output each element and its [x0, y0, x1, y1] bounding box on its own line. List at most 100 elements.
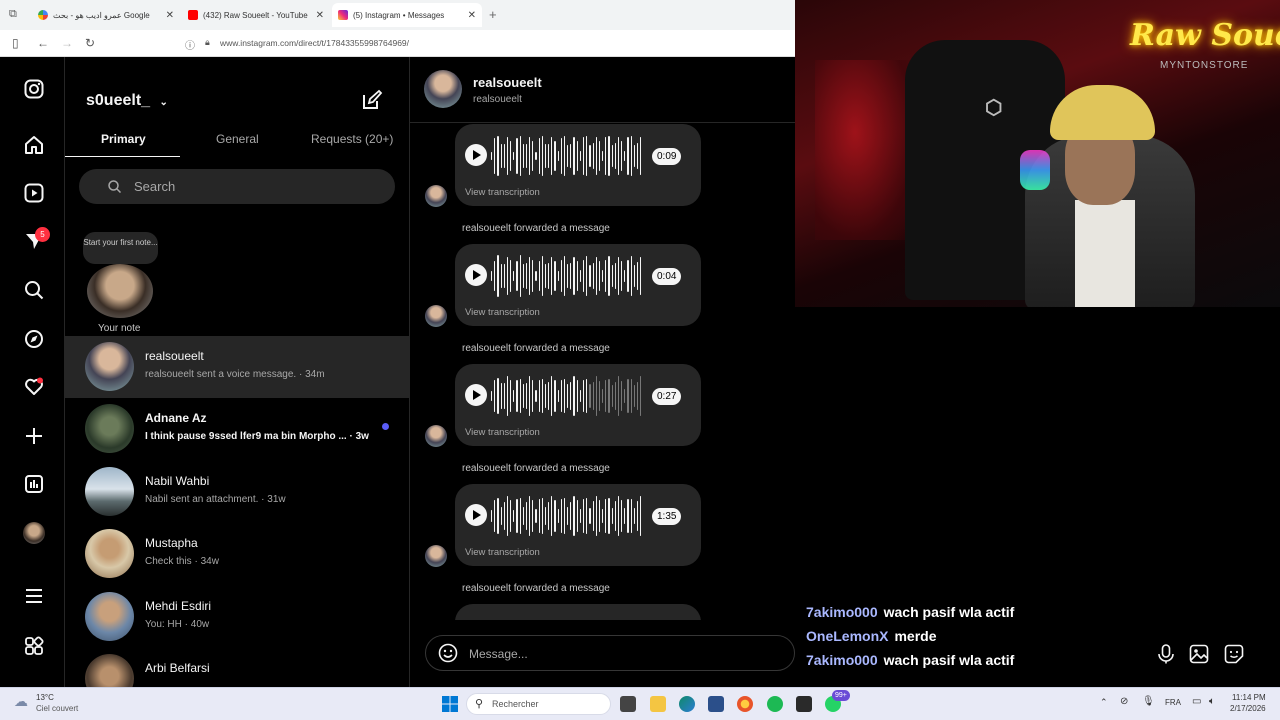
voice-message[interactable]: 0:27 View transcription — [455, 364, 701, 446]
chat-message: 7akimo000 wach pasif wla actif — [806, 604, 1276, 628]
new-tab-button[interactable]: + — [489, 7, 497, 22]
site-info-icon[interactable]: ⓘ — [185, 37, 195, 52]
explore-icon[interactable] — [22, 327, 46, 351]
new-message-icon[interactable] — [361, 89, 383, 116]
home-icon[interactable] — [22, 133, 46, 157]
emoji-icon[interactable] — [438, 643, 458, 663]
voice-message[interactable]: 1:35 View transcription — [455, 484, 701, 566]
conversation-title[interactable]: realsoueelt — [473, 75, 542, 90]
obs-icon[interactable] — [796, 696, 812, 712]
avatar — [85, 342, 134, 391]
close-tab-icon[interactable]: ✕ — [316, 10, 324, 21]
image-icon[interactable] — [1189, 644, 1209, 664]
tab-label: عمرو اديب هو - بحث Google — [53, 10, 150, 20]
sidebar-toggle-icon[interactable]: ▯ — [12, 36, 19, 50]
chevron-up-icon[interactable]: ⌃ — [1100, 697, 1108, 708]
webcam-overlay: ⬡ Raw Soueelt MYNTONSTORE — [795, 0, 1280, 307]
thread-item[interactable]: realsoueelt realsoueelt sent a voice mes… — [65, 336, 410, 398]
sender-avatar — [425, 425, 447, 447]
voice-message[interactable] — [455, 604, 701, 620]
display-icon[interactable]: ▭ — [1192, 696, 1201, 707]
close-tab-icon[interactable]: ✕ — [468, 10, 476, 21]
streamer-shirt — [1075, 200, 1135, 307]
language-indicator[interactable]: FRA — [1165, 698, 1181, 707]
close-tab-icon[interactable]: ✕ — [166, 10, 174, 21]
profile-avatar[interactable] — [22, 521, 46, 545]
url-field[interactable]: www.instagram.com/direct/t/1784335599876… — [220, 38, 409, 48]
waveform — [491, 134, 642, 178]
conversation-header[interactable]: realsoueelt realsoueelt — [410, 57, 795, 123]
create-icon[interactable] — [22, 424, 46, 448]
neon-sign-sub: MYNTONSTORE — [1160, 60, 1249, 71]
start-icon[interactable] — [442, 696, 458, 712]
volume-icon[interactable]: 🔈︎ — [1209, 696, 1215, 707]
avatar[interactable] — [424, 70, 462, 108]
dashboard-icon[interactable] — [22, 472, 46, 496]
view-transcription-link[interactable]: View transcription — [465, 187, 540, 198]
instagram-logo-icon[interactable] — [22, 77, 46, 101]
sticker-icon[interactable] — [1224, 644, 1244, 664]
yellow-cap — [1050, 85, 1155, 140]
view-transcription-link[interactable]: View transcription — [465, 427, 540, 438]
forwarded-label: realsoueelt forwarded a message — [462, 583, 610, 594]
reload-icon[interactable]: ↻ — [85, 36, 95, 50]
also-from-meta-icon[interactable] — [22, 634, 46, 658]
browser-tab-bar: ⧉ عمرو اديب هو - بحث Google ✕ (432) Raw … — [0, 0, 795, 30]
notifications-heart-icon[interactable] — [22, 375, 46, 399]
mic-tray-icon[interactable]: 🎙︎ — [1142, 696, 1155, 707]
thread-item[interactable]: Mehdi Esdiri You: HH · 40w — [65, 586, 410, 648]
play-icon[interactable] — [465, 504, 487, 526]
tab-primary[interactable]: Primary — [101, 132, 146, 146]
microphone-icon[interactable] — [1157, 644, 1175, 664]
browser-tab-youtube[interactable]: (432) Raw Soueelt - YouTube ✕ — [182, 3, 330, 27]
chat-text: wach pasif wla actif — [883, 604, 1015, 620]
message-input[interactable]: Message... — [425, 635, 795, 671]
edge-icon[interactable] — [679, 696, 695, 712]
view-transcription-link[interactable]: View transcription — [465, 547, 540, 558]
play-icon[interactable] — [465, 144, 487, 166]
forward-icon[interactable]: → — [61, 36, 73, 50]
thread-item[interactable]: Nabil Wahbi Nabil sent an attachment. · … — [65, 461, 410, 523]
clock-time[interactable]: 11:14 PM — [1232, 693, 1266, 702]
note-avatar[interactable] — [87, 264, 153, 318]
message-list: 0:09 View transcription realsoueelt forw… — [410, 124, 795, 620]
more-menu-icon[interactable] — [22, 584, 46, 608]
browser-tab-google[interactable]: عمرو اديب هو - بحث Google ✕ — [32, 3, 180, 27]
nav-rail: 5 — [0, 57, 65, 687]
reels-icon[interactable] — [22, 181, 46, 205]
account-switcher[interactable]: s0ueelt_ ⌄ — [86, 92, 168, 110]
weather-temp[interactable]: 13°C — [36, 693, 54, 702]
browser-tab-instagram[interactable]: (5) Instagram • Messages ✕ — [332, 3, 482, 27]
task-view-icon[interactable] — [620, 696, 636, 712]
play-icon[interactable] — [465, 264, 487, 286]
search-input[interactable]: Search — [79, 169, 395, 204]
conversation-subtitle: realsoueelt — [473, 94, 522, 105]
voice-message[interactable]: 0:04 View transcription — [455, 244, 701, 326]
clock-date[interactable]: 2/17/2026 — [1230, 704, 1266, 713]
whatsapp-badge: 99+ — [832, 690, 850, 701]
search-icon[interactable] — [22, 278, 46, 302]
stream-chat: 7akimo000 wach pasif wla actif OneLemonX m… — [806, 604, 1276, 676]
firefox-icon[interactable] — [737, 696, 753, 712]
thread-item[interactable]: Arbi Belfarsi — [65, 648, 410, 687]
weather-desc[interactable]: Ciel couvert — [36, 704, 78, 713]
tab-actions-icon[interactable]: ⧉ — [9, 8, 17, 21]
tab-requests[interactable]: Requests (20+) — [311, 132, 393, 146]
forwarded-label: realsoueelt forwarded a message — [462, 343, 610, 354]
back-icon[interactable]: ← — [37, 36, 49, 50]
store-icon[interactable] — [708, 696, 724, 712]
thread-item[interactable]: Mustapha Check this · 34w — [65, 523, 410, 585]
view-transcription-link[interactable]: View transcription — [465, 307, 540, 318]
thread-item[interactable]: Adnane Az I think pause 9ssed lfer9 ma b… — [65, 398, 410, 460]
network-icon[interactable]: ⊘ — [1120, 696, 1128, 707]
taskbar-search[interactable]: ⚲ Rechercher — [466, 693, 611, 715]
youtube-icon — [188, 10, 198, 20]
file-explorer-icon[interactable] — [650, 696, 666, 712]
tab-general[interactable]: General — [216, 132, 259, 146]
spotify-icon[interactable] — [767, 696, 783, 712]
note-bubble[interactable]: Start your first note... — [83, 232, 158, 264]
voice-message[interactable]: 0:09 View transcription — [455, 124, 701, 206]
unread-dot — [382, 423, 389, 430]
play-icon[interactable] — [465, 384, 487, 406]
chat-user: OneLemonX — [806, 628, 889, 644]
